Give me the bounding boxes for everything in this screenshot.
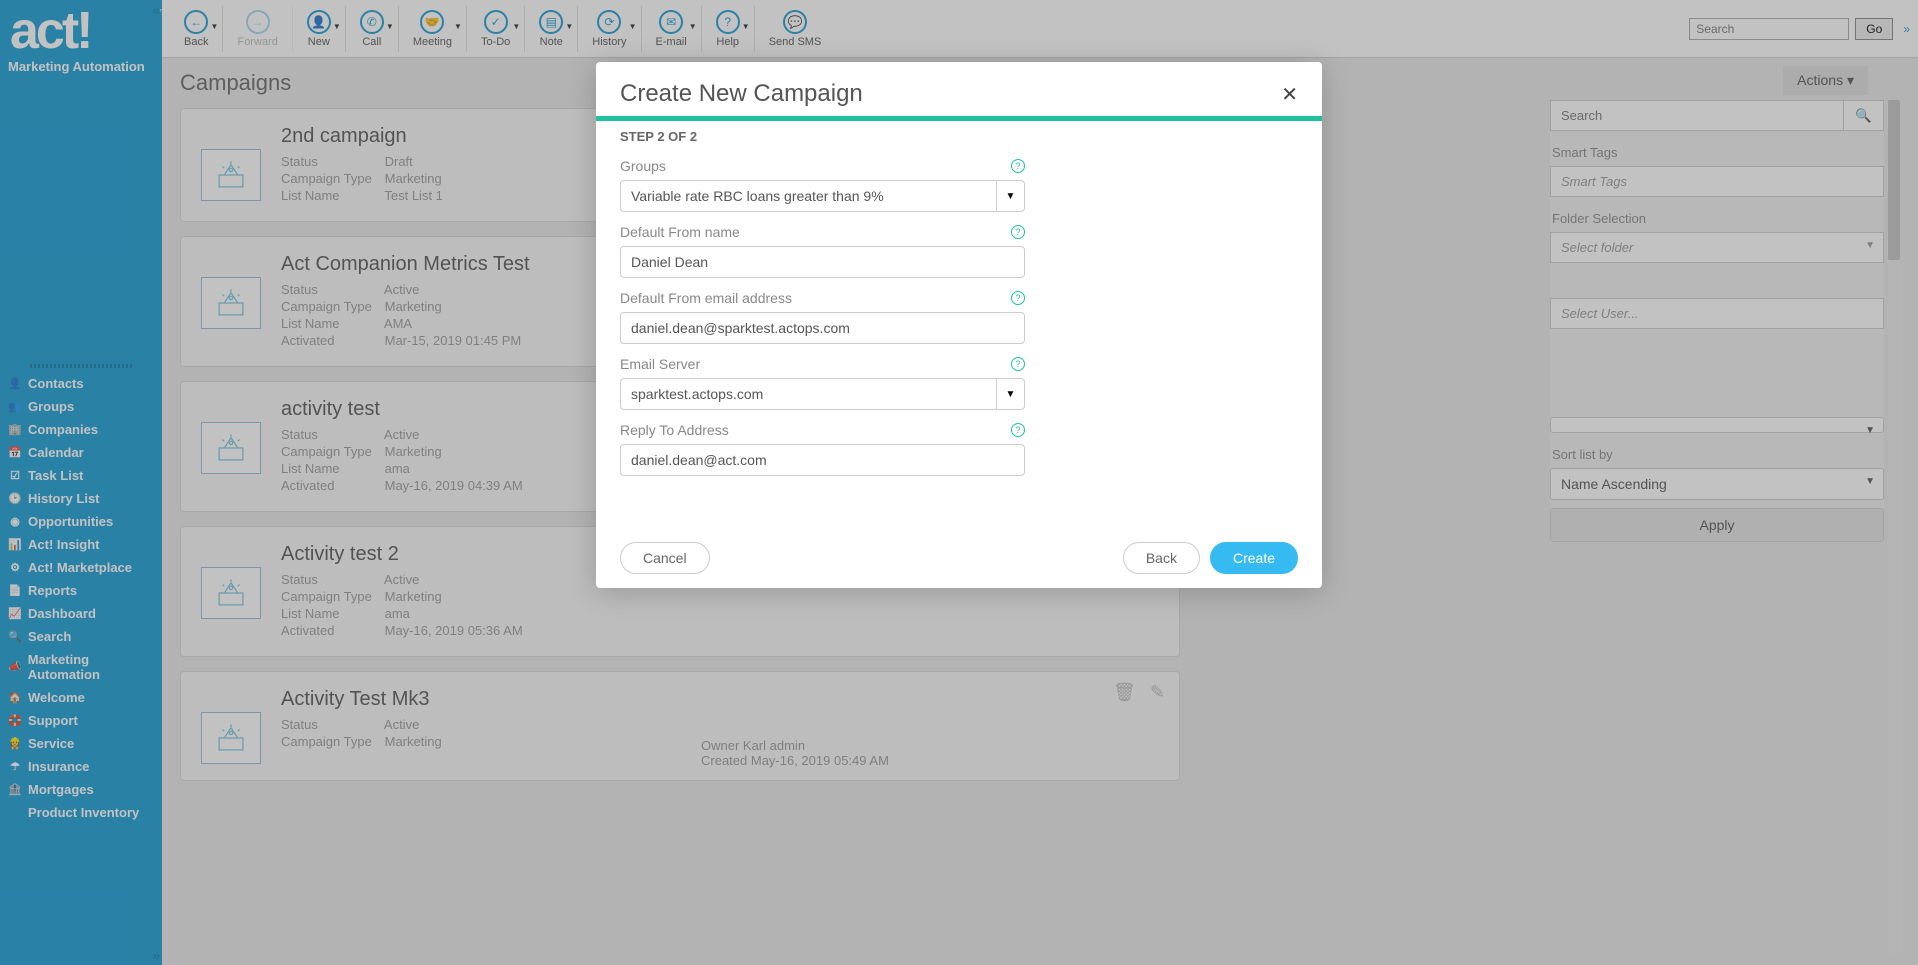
email-server-select[interactable]: sparktest.actops.com▼ [620,378,1025,410]
modal-title: Create New Campaign [620,80,863,108]
close-button[interactable]: ✕ [1281,82,1298,107]
chevron-down-icon[interactable]: ▼ [996,379,1024,409]
groups-label: Groups [620,158,666,174]
reply-to-input[interactable] [620,444,1025,476]
step-label: STEP 2 OF 2 [596,121,1322,158]
help-icon[interactable]: ? [1011,423,1025,437]
cancel-button[interactable]: Cancel [620,542,710,574]
create-button[interactable]: Create [1210,542,1298,574]
help-icon[interactable]: ? [1011,225,1025,239]
back-button[interactable]: Back [1123,542,1200,574]
from-email-label: Default From email address [620,290,792,306]
help-icon[interactable]: ? [1011,159,1025,173]
help-icon[interactable]: ? [1011,291,1025,305]
create-campaign-modal: Create New Campaign ✕ STEP 2 OF 2 Groups… [596,62,1322,588]
help-icon[interactable]: ? [1011,357,1025,371]
from-name-input[interactable] [620,246,1025,278]
chevron-down-icon[interactable]: ▼ [996,181,1024,211]
groups-select[interactable]: Variable rate RBC loans greater than 9%▼ [620,180,1025,212]
reply-to-label: Reply To Address [620,422,729,438]
from-email-input[interactable] [620,312,1025,344]
email-server-label: Email Server [620,356,700,372]
from-name-label: Default From name [620,224,740,240]
